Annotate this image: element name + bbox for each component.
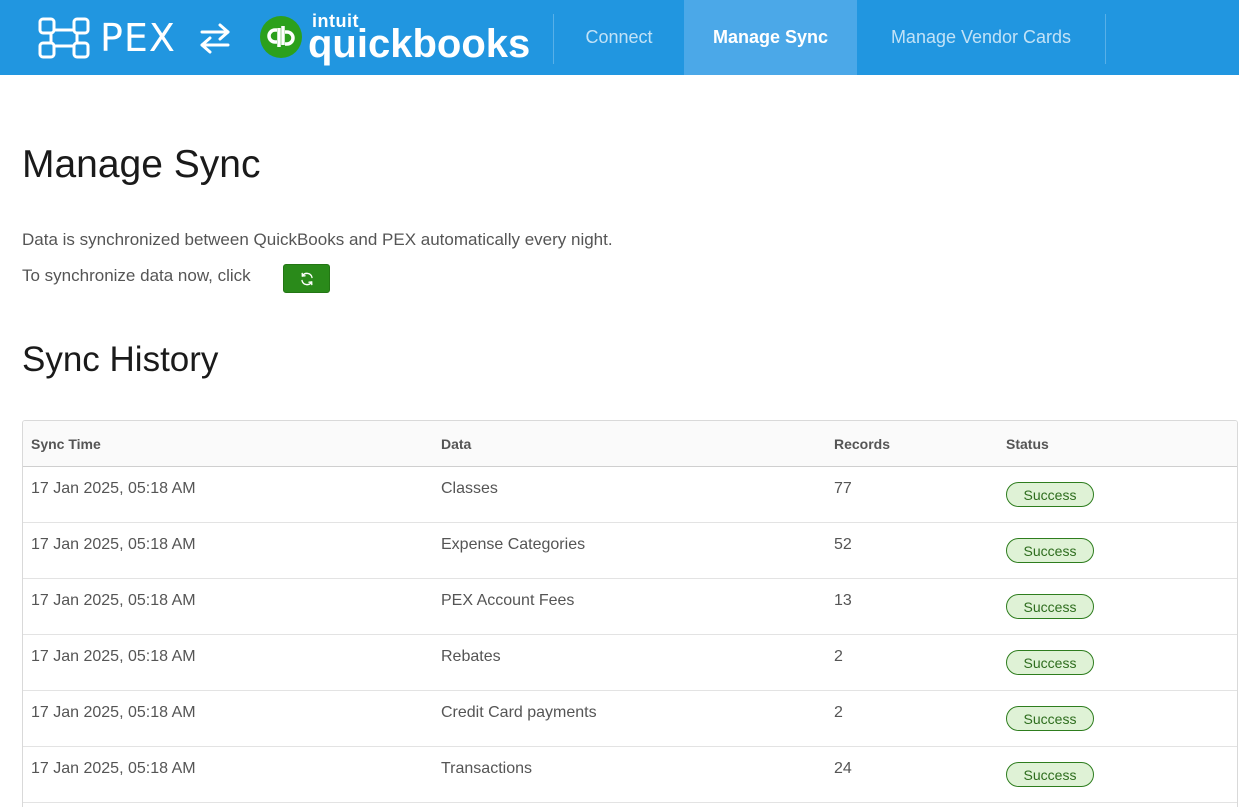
records-cell: 13 xyxy=(834,592,852,609)
status-badge: Success xyxy=(1006,706,1094,731)
data-cell: Expense Categories xyxy=(441,536,586,553)
records-cell: 52 xyxy=(834,536,852,553)
table-row: 17 Jan 2025, 05:18 AM PEX Account Fees 1… xyxy=(23,579,1237,635)
top-navigation-bar: PEX intuit quickbooks Connect Manage Syn… xyxy=(0,0,1239,75)
table-row: 17 Jan 2025, 05:18 AM Transactions 24 Su… xyxy=(23,747,1237,803)
data-cell: Rebates xyxy=(441,648,501,665)
table-header: Sync Time Data Records Status xyxy=(23,421,1237,467)
data-cell: Transactions xyxy=(441,760,532,777)
pex-logo-icon xyxy=(38,17,90,59)
records-cell: 2 xyxy=(834,648,843,665)
column-header-records[interactable]: Records xyxy=(834,421,890,467)
swap-arrows-icon xyxy=(200,23,230,54)
nav-manage-vendor-cards[interactable]: Manage Vendor Cards xyxy=(857,0,1105,75)
column-header-status[interactable]: Status xyxy=(1006,421,1049,467)
table-row: 17 Jan 2025, 05:18 AM Expense Categories… xyxy=(23,523,1237,579)
column-header-data[interactable]: Data xyxy=(441,421,471,467)
nav-divider xyxy=(1105,14,1106,64)
sync-time-cell: 17 Jan 2025, 05:18 AM xyxy=(31,536,196,553)
data-cell: Classes xyxy=(441,480,498,497)
status-badge: Success xyxy=(1006,538,1094,563)
sync-time-cell: 17 Jan 2025, 05:18 AM xyxy=(31,704,196,721)
table-row: 17 Jan 2025, 05:18 AM Classes 77 Success xyxy=(23,467,1237,523)
data-cell: PEX Account Fees xyxy=(441,592,575,609)
records-cell: 2 xyxy=(834,704,843,721)
sync-prompt: To synchronize data now, click xyxy=(22,266,251,285)
refresh-icon xyxy=(300,272,313,285)
data-cell: Credit Card payments xyxy=(441,704,597,721)
status-badge: Success xyxy=(1006,650,1094,675)
pex-brand-text: PEX xyxy=(100,16,176,60)
column-header-sync-time[interactable]: Sync Time xyxy=(31,421,101,467)
page-title: Manage Sync xyxy=(22,143,261,186)
sync-time-cell: 17 Jan 2025, 05:18 AM xyxy=(31,480,196,497)
sync-history-title: Sync History xyxy=(22,340,219,379)
status-badge: Success xyxy=(1006,762,1094,787)
status-badge: Success xyxy=(1006,482,1094,507)
table-row: 17 Jan 2025, 05:18 AM Credit Card paymen… xyxy=(23,691,1237,747)
brand-dot xyxy=(511,50,516,55)
sync-now-button[interactable] xyxy=(283,264,330,293)
status-badge: Success xyxy=(1006,594,1094,619)
sync-description: Data is synchronized between QuickBooks … xyxy=(22,230,613,249)
quickbooks-brand-text: quickbooks xyxy=(308,22,531,66)
nav-manage-sync[interactable]: Manage Sync xyxy=(684,0,857,75)
sync-history-table: Sync Time Data Records Status 17 Jan 202… xyxy=(22,420,1238,807)
sync-time-cell: 17 Jan 2025, 05:18 AM xyxy=(31,592,196,609)
records-cell: 77 xyxy=(834,480,852,497)
table-row: 17 Jan 2025, 05:18 AM Rebates 2 Success xyxy=(23,635,1237,691)
records-cell: 24 xyxy=(834,760,852,777)
sync-time-cell: 17 Jan 2025, 05:18 AM xyxy=(31,648,196,665)
sync-time-cell: 17 Jan 2025, 05:18 AM xyxy=(31,760,196,777)
nav-connect[interactable]: Connect xyxy=(554,0,684,75)
quickbooks-logo-icon xyxy=(260,16,302,58)
